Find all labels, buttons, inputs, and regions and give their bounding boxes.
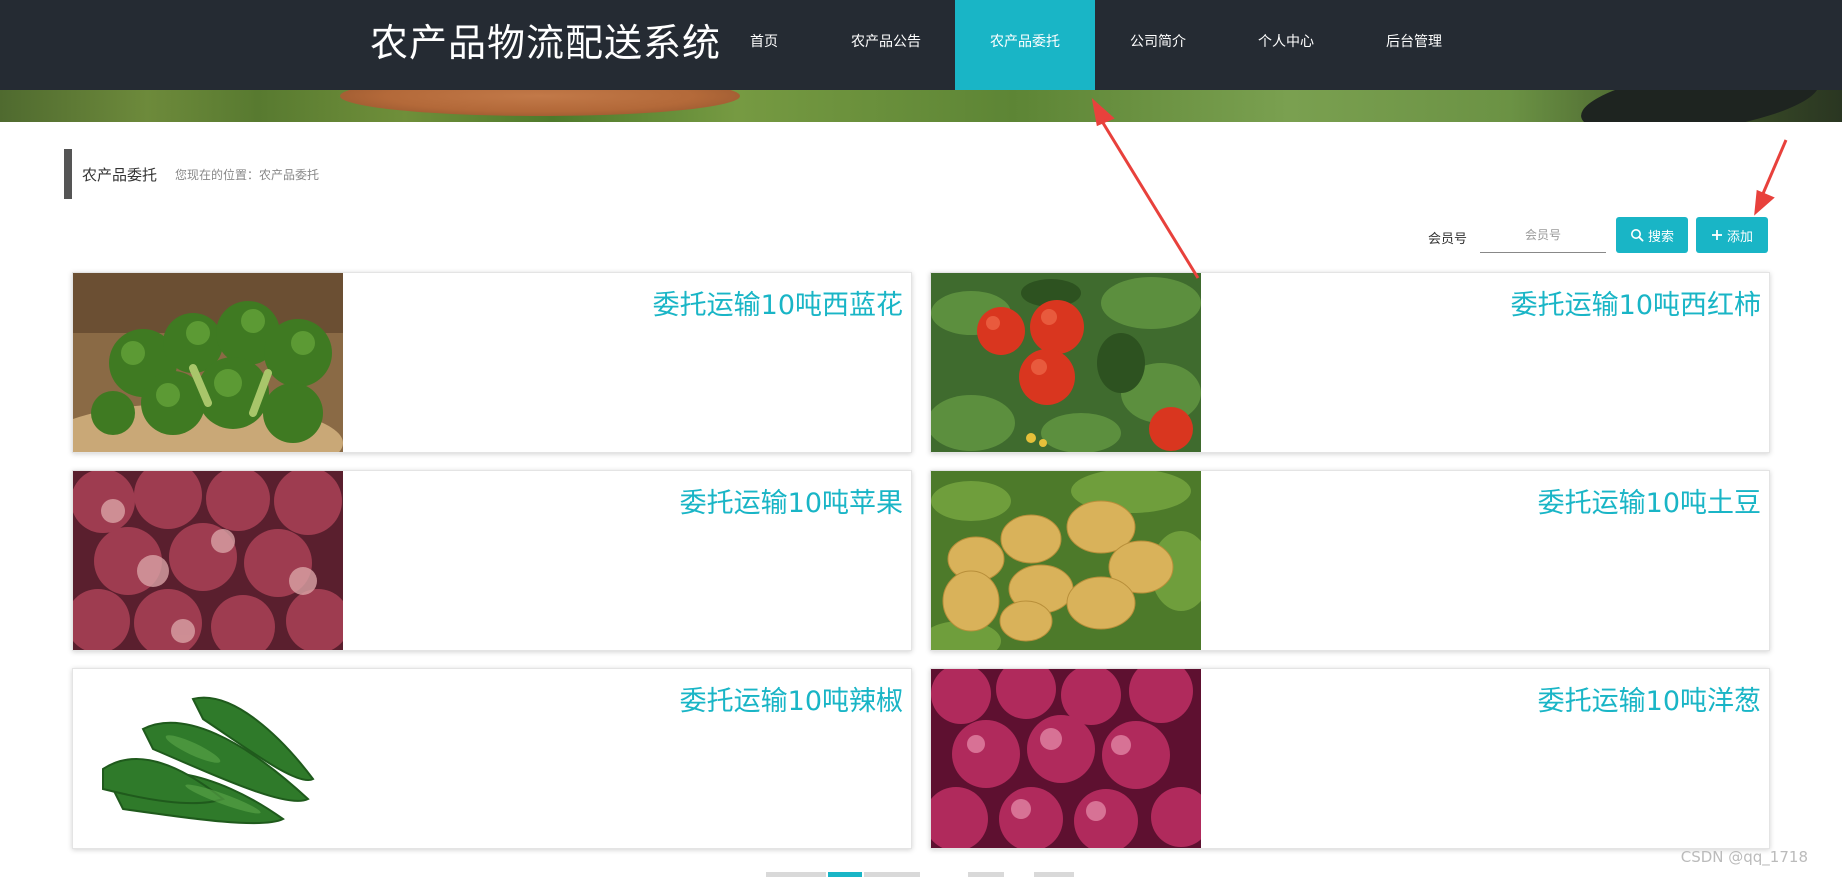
member-id-input[interactable] [1480, 218, 1606, 253]
nav-item-company-intro[interactable]: 公司简介 [1112, 0, 1204, 90]
card-title: 委托运输10吨洋葱 [1537, 686, 1761, 717]
add-button-label: 添加 [1726, 229, 1753, 245]
nav-item-announcements[interactable]: 农产品公告 [840, 0, 932, 90]
red-onion-image [931, 669, 1201, 848]
breadcrumb: 您现在的位置：农产品委托 [175, 167, 320, 182]
potato-image [931, 471, 1201, 650]
tomato-image [931, 273, 1201, 452]
search-icon [1630, 228, 1644, 242]
pagination-hint [968, 872, 1004, 877]
card-title: 委托运输10吨苹果 [679, 488, 903, 519]
nav-item-home[interactable]: 首页 [718, 0, 810, 90]
site-title: 农产品物流配送系统 [370, 21, 722, 65]
nav-item-personal-center[interactable]: 个人中心 [1240, 0, 1332, 90]
broccoli-image [73, 273, 343, 452]
pagination-hint [1034, 872, 1074, 877]
top-nav-bar: 农产品物流配送系统 首页 农产品公告 农产品委托 公司简介 个人中心 后台管理 [0, 0, 1842, 90]
card-title: 委托运输10吨辣椒 [679, 686, 903, 717]
banner-image [0, 90, 1842, 122]
page-title: 农产品委托 [82, 165, 158, 184]
pagination-hint [864, 872, 920, 877]
apple-image [73, 471, 343, 650]
watermark: CSDN @qq_1718 [1680, 848, 1808, 866]
card-title: 委托运输10吨土豆 [1537, 488, 1761, 519]
card-title: 委托运输10吨西红柿 [1510, 290, 1761, 321]
pagination-hint [766, 872, 826, 877]
green-pepper-image [73, 669, 343, 848]
add-button[interactable]: 添加 [1696, 217, 1768, 253]
commission-card[interactable]: 委托运输10吨西蓝花 [72, 272, 912, 453]
nav-item-admin[interactable]: 后台管理 [1368, 0, 1460, 90]
plus-icon [1711, 229, 1723, 241]
nav-item-commission[interactable]: 农产品委托 [955, 0, 1095, 90]
commission-card[interactable]: 委托运输10吨洋葱 [930, 668, 1770, 849]
card-title: 委托运输10吨西蓝花 [652, 290, 903, 321]
pagination-current-page[interactable] [828, 872, 862, 877]
search-button-label: 搜索 [1647, 229, 1674, 245]
commission-card[interactable]: 委托运输10吨西红柿 [930, 272, 1770, 453]
search-button[interactable]: 搜索 [1616, 217, 1688, 253]
commission-card[interactable]: 委托运输10吨辣椒 [72, 668, 912, 849]
member-id-label: 会员号 [1428, 232, 1468, 247]
page-heading: 农产品委托 您现在的位置：农产品委托 [64, 149, 319, 199]
commission-card[interactable]: 委托运输10吨土豆 [930, 470, 1770, 651]
commission-card[interactable]: 委托运输10吨苹果 [72, 470, 912, 651]
